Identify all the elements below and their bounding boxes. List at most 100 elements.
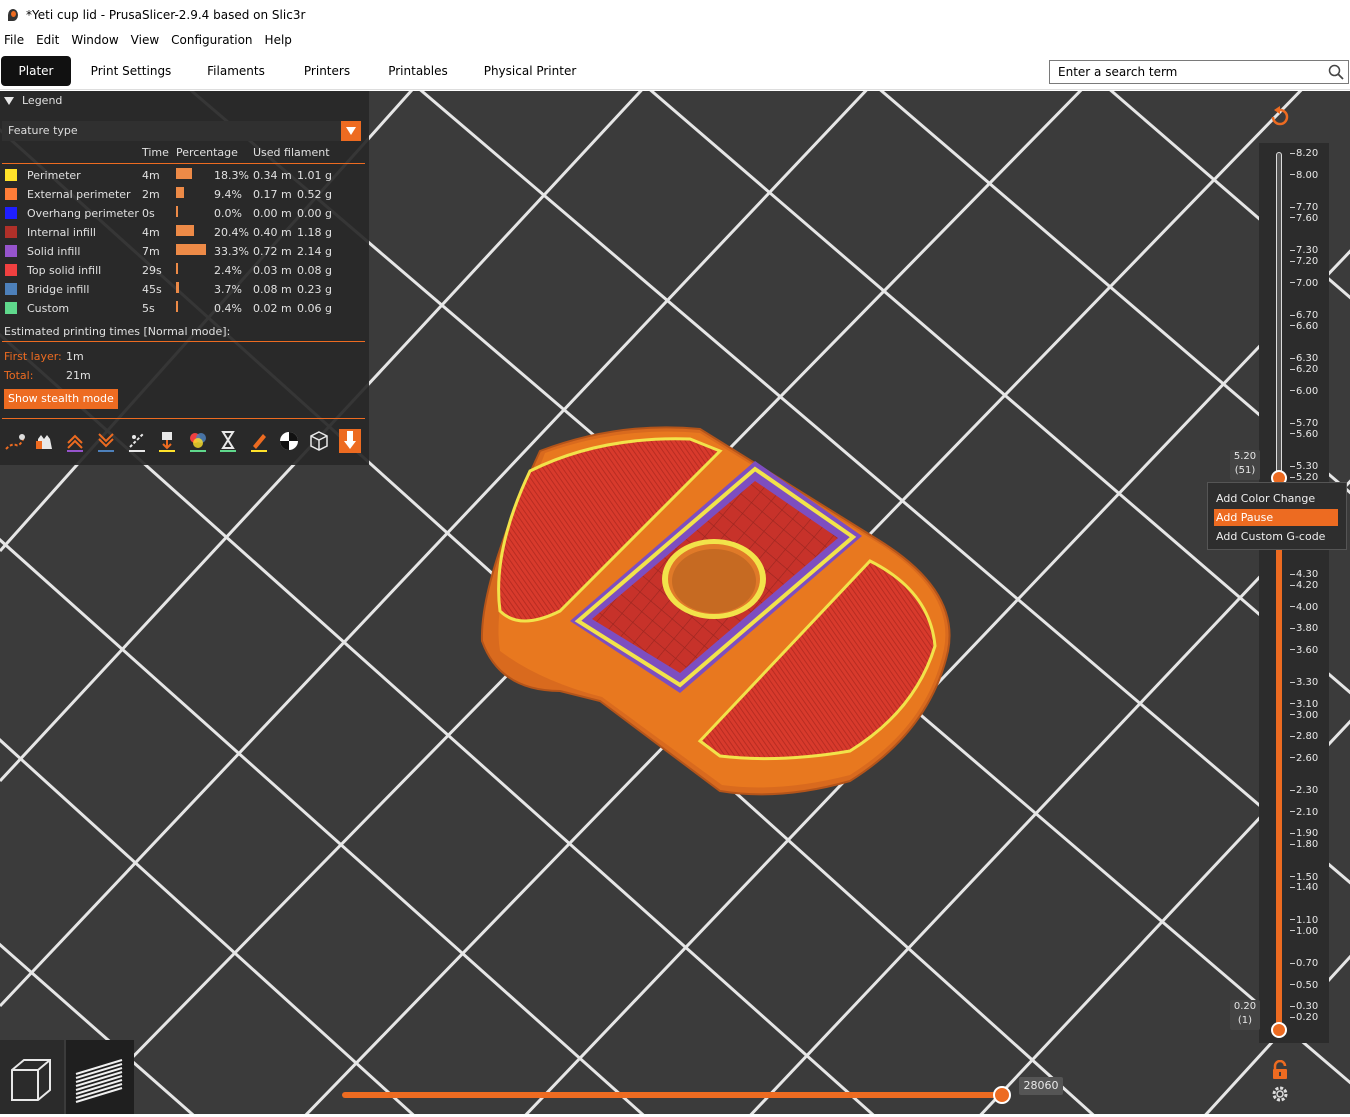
slider-tick-label: 6.00: [1290, 386, 1318, 397]
legend-header[interactable]: Legend: [0, 91, 369, 111]
feature-time: 45s: [142, 283, 162, 296]
menu-add-color-change[interactable]: Add Color Change: [1214, 490, 1338, 507]
total-value: 21m: [66, 369, 91, 382]
custom-gcodes-icon[interactable]: [248, 429, 270, 453]
menu-add-custom-gcode[interactable]: Add Custom G-code: [1214, 528, 1338, 545]
feature-name: Overhang perimeter: [27, 207, 139, 220]
feature-percentage: 3.7%: [214, 283, 242, 296]
show-stealth-mode-button[interactable]: Show stealth mode: [4, 389, 118, 409]
feature-percentage: 33.3%: [214, 245, 249, 258]
menu-help[interactable]: Help: [265, 33, 292, 47]
feature-color-swatch: [5, 283, 17, 295]
feature-percentage: 2.4%: [214, 264, 242, 277]
title-bar: *Yeti cup lid - PrusaSlicer-2.9.4 based …: [0, 0, 1350, 30]
retractions-icon[interactable]: [64, 429, 86, 453]
feature-row[interactable]: Perimeter 4m 18.3% 0.34 m 1.01 g: [0, 166, 369, 185]
total-label: Total:: [4, 369, 34, 382]
horizontal-slider-value: 28060: [1019, 1077, 1063, 1095]
search-input[interactable]: [1050, 61, 1320, 83]
reset-direction-icon[interactable]: [1270, 106, 1290, 128]
tool-marker-icon[interactable]: [339, 429, 361, 453]
slider-tick-label: 2.60: [1290, 753, 1318, 764]
feature-row[interactable]: Internal infill 4m 20.4% 0.40 m 1.18 g: [0, 223, 369, 242]
view-type-combo[interactable]: Feature type: [2, 121, 361, 141]
tab-physical-printer[interactable]: Physical Printer: [478, 56, 582, 86]
preview-layers-button[interactable]: [66, 1040, 134, 1114]
feature-color-swatch: [5, 226, 17, 238]
menu-configuration[interactable]: Configuration: [171, 33, 252, 47]
seams-icon[interactable]: [126, 429, 148, 453]
horizontal-slider-thumb[interactable]: [993, 1086, 1011, 1104]
travel-icon[interactable]: [4, 429, 26, 453]
menu-edit[interactable]: Edit: [36, 33, 59, 47]
pause-prints-icon[interactable]: [217, 429, 239, 453]
slider-tick-label: 0.20: [1290, 1012, 1318, 1023]
menu-view[interactable]: View: [131, 33, 159, 47]
3d-cube-icon: [11, 1059, 51, 1101]
deretractions-icon[interactable]: [95, 429, 117, 453]
slider-tick-label: 3.10: [1290, 699, 1318, 710]
slider-tick-label: 1.10: [1290, 915, 1318, 926]
wipe-icon[interactable]: [34, 429, 56, 453]
color-changes-icon[interactable]: [187, 429, 209, 453]
slider-tick-label: 2.80: [1290, 731, 1318, 742]
feature-row[interactable]: Overhang perimeter 0s 0.0% 0.00 m 0.00 g: [0, 204, 369, 223]
collapse-triangle-icon: [4, 97, 14, 105]
lower-thumb[interactable]: [1271, 1022, 1287, 1038]
slider-tick-label: 0.70: [1290, 958, 1318, 969]
tab-plater[interactable]: Plater: [1, 56, 71, 86]
feature-time: 0s: [142, 207, 155, 220]
vertical-slider-track-range[interactable]: [1276, 478, 1282, 1033]
feature-name: External perimeter: [27, 188, 131, 201]
feature-length: 0.08 m: [253, 283, 292, 296]
column-used-filament: Used filament: [253, 146, 330, 159]
slider-tick-label: 5.60: [1290, 429, 1318, 440]
tab-printables[interactable]: Printables: [380, 56, 456, 86]
feature-color-swatch: [5, 302, 17, 314]
feature-length: 0.17 m: [253, 188, 292, 201]
feature-row[interactable]: Solid infill 7m 33.3% 0.72 m 2.14 g: [0, 242, 369, 261]
layers-icon: [75, 1059, 123, 1103]
slider-tick-label: 4.00: [1290, 602, 1318, 613]
legend-options-toolbar: [4, 429, 364, 455]
menu-add-pause[interactable]: Add Pause: [1214, 509, 1338, 526]
search-box: [1049, 60, 1349, 84]
feature-row[interactable]: Custom 5s 0.4% 0.02 m 0.06 g: [0, 299, 369, 318]
tool-changes-icon[interactable]: [156, 429, 178, 453]
shells-icon[interactable]: [308, 429, 330, 453]
legend-title: Legend: [22, 94, 63, 107]
slider-tick-label: 6.60: [1290, 321, 1318, 332]
cog-settings-icon[interactable]: [1271, 1085, 1289, 1103]
feature-row[interactable]: Top solid infill 29s 2.4% 0.03 m 0.08 g: [0, 261, 369, 280]
horizontal-slider[interactable]: [342, 1092, 1007, 1098]
feature-row[interactable]: Bridge infill 45s 3.7% 0.08 m 0.23 g: [0, 280, 369, 299]
feature-percentage-bar: [176, 282, 179, 293]
menu-file[interactable]: File: [4, 33, 24, 47]
feature-weight: 0.52 g: [297, 188, 332, 201]
feature-percentage-bar: [176, 206, 178, 217]
feature-color-swatch: [5, 264, 17, 276]
slider-tick-label: 3.00: [1290, 710, 1318, 721]
search-icon[interactable]: [1328, 64, 1344, 80]
lock-icon[interactable]: [1271, 1060, 1289, 1080]
feature-weight: 0.08 g: [297, 264, 332, 277]
tab-filaments[interactable]: Filaments: [200, 56, 272, 86]
slider-tick-label: 2.30: [1290, 785, 1318, 796]
feature-color-swatch: [5, 169, 17, 181]
center-of-gravity-icon[interactable]: [278, 429, 300, 453]
feature-weight: 0.06 g: [297, 302, 332, 315]
feature-length: 0.34 m: [253, 169, 292, 182]
tab-printers[interactable]: Printers: [296, 56, 358, 86]
feature-row[interactable]: External perimeter 2m 9.4% 0.17 m 0.52 g: [0, 185, 369, 204]
3d-view-button[interactable]: [0, 1040, 64, 1114]
first-layer-value: 1m: [66, 350, 84, 363]
feature-length: 0.03 m: [253, 264, 292, 277]
feature-time: 7m: [142, 245, 160, 258]
feature-time: 4m: [142, 226, 160, 239]
lower-layer: (1): [1237, 1015, 1253, 1026]
slider-tick-label: 7.30: [1290, 245, 1318, 256]
tab-print-settings[interactable]: Print Settings: [84, 56, 178, 86]
combo-dropdown-icon[interactable]: [341, 121, 361, 141]
menu-window[interactable]: Window: [71, 33, 118, 47]
view-toolbar: [0, 1040, 134, 1114]
